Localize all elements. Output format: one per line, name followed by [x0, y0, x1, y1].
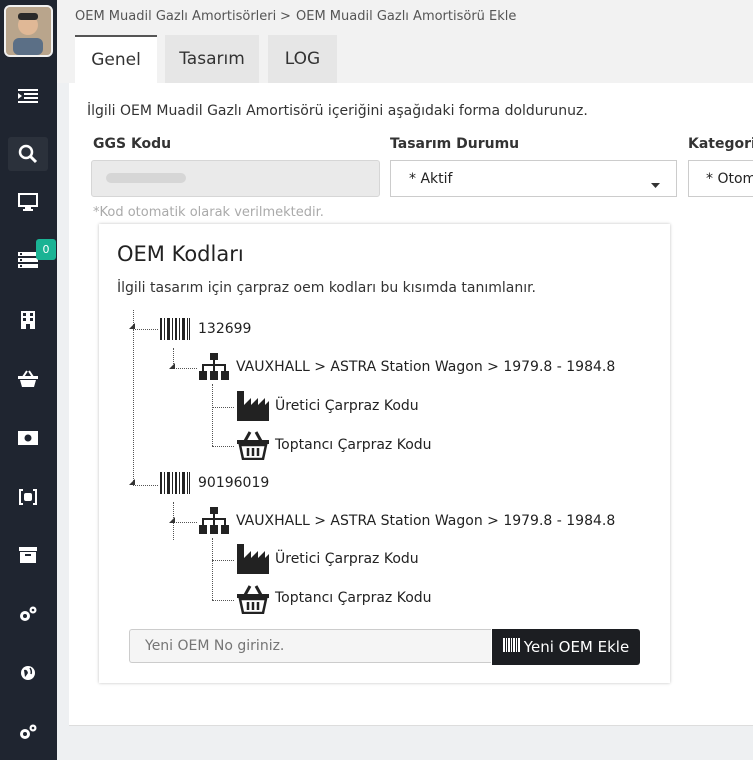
breadcrumb-separator: > [280, 9, 291, 24]
building-icon[interactable] [14, 306, 42, 334]
notification-badge: 0 [36, 239, 56, 260]
tab-log[interactable]: LOG [268, 35, 337, 83]
sitemap-icon [199, 507, 229, 539]
sidebar: 0 [0, 0, 57, 760]
category-select-value: * Otom [706, 170, 753, 187]
tree-toggle-icon[interactable] [169, 363, 175, 369]
basket-icon [237, 430, 269, 464]
vehicle-path[interactable]: VAUXHALL > ASTRA Station Wagon > 1979.8 … [236, 513, 615, 529]
status-select[interactable]: * Aktif [390, 160, 677, 197]
oem-description: İlgili tasarım için çarpraz oem kodları … [117, 280, 537, 296]
tree-line [212, 560, 234, 561]
wholesaler-cross-code[interactable]: Toptancı Çarpraz Kodu [275, 437, 432, 453]
avatar[interactable] [4, 5, 53, 57]
footer [57, 726, 753, 760]
wholesaler-cross-code[interactable]: Toptancı Çarpraz Kodu [275, 590, 432, 606]
tree-line [212, 538, 213, 600]
monitor-icon[interactable] [14, 188, 42, 216]
caret-down-icon [651, 176, 660, 192]
factory-icon [237, 544, 269, 578]
breadcrumb-item[interactable]: OEM Muadil Gazlı Amortisörleri [75, 9, 276, 24]
oem-title: OEM Kodları [117, 242, 244, 266]
tree-toggle-icon[interactable] [129, 323, 135, 329]
barcode-icon [160, 318, 190, 344]
menu-toggle-icon[interactable] [14, 82, 42, 110]
barcode-icon [160, 472, 190, 498]
gears-icon[interactable] [14, 600, 42, 628]
basket-icon [237, 584, 269, 618]
category-label: Kategori [688, 136, 753, 152]
settings-icon[interactable] [14, 718, 42, 746]
barcode-icon [502, 638, 520, 656]
tree-line [173, 522, 197, 523]
new-oem-input[interactable] [129, 629, 491, 663]
tree-line [212, 407, 234, 408]
tree-toggle-icon[interactable] [129, 479, 135, 485]
globe-icon[interactable] [14, 659, 42, 687]
ggs-code-field [91, 160, 380, 197]
form-intro: İlgili OEM Muadil Gazlı Amortisörü içeri… [87, 103, 588, 119]
tree-line [133, 310, 134, 485]
producer-cross-code[interactable]: Üretici Çarpraz Kodu [275, 551, 419, 567]
vehicle-path[interactable]: VAUXHALL > ASTRA Station Wagon > 1979.8 … [236, 359, 615, 375]
producer-cross-code[interactable]: Üretici Çarpraz Kodu [275, 398, 419, 414]
tree-line [212, 384, 213, 446]
sitemap-icon [199, 353, 229, 385]
status-select-value: * Aktif [409, 170, 453, 187]
status-label: Tasarım Durumu [390, 136, 520, 152]
oem-code[interactable]: 132699 [198, 321, 251, 337]
ggs-code-value [106, 173, 186, 183]
ggs-hint: *Kod otomatik olarak verilmektedir. [93, 205, 324, 220]
tree-line [133, 485, 158, 486]
money-icon[interactable] [14, 424, 42, 452]
tab-tasarim[interactable]: Tasarım [165, 35, 259, 83]
basket-icon[interactable] [14, 365, 42, 393]
factory-icon [237, 391, 269, 425]
oem-code[interactable]: 90196019 [198, 475, 269, 491]
tab-genel[interactable]: Genel [75, 35, 157, 83]
ggs-label: GGS Kodu [93, 136, 172, 152]
archive-icon[interactable] [14, 541, 42, 569]
add-oem-button[interactable]: Yeni OEM Ekle [492, 629, 640, 665]
tree-line [212, 600, 234, 601]
category-select[interactable]: * Otom [688, 160, 753, 197]
add-oem-button-label: Yeni OEM Ekle [523, 638, 630, 656]
tree-line [133, 329, 158, 330]
tree-line [212, 446, 234, 447]
tree-toggle-icon[interactable] [169, 517, 175, 523]
tree-line [173, 368, 197, 369]
bracket-icon[interactable] [14, 483, 42, 511]
breadcrumb-current: OEM Muadil Gazlı Amortisörü Ekle [296, 9, 517, 24]
search-icon[interactable] [8, 137, 48, 171]
